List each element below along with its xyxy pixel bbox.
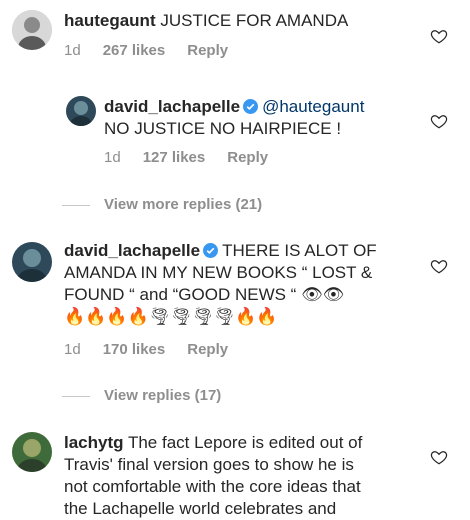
username[interactable]: david_lachapelle xyxy=(104,97,240,116)
timestamp[interactable]: 1d xyxy=(104,149,121,166)
likes-count[interactable]: 170 likes xyxy=(103,341,166,358)
comment-hautegaunt: hautegaunt JUSTICE FOR AMANDA xyxy=(64,10,394,32)
username[interactable]: lachytg xyxy=(64,433,124,452)
view-replies-label: View replies (17) xyxy=(104,387,222,404)
comment-text-line3: not comfortable with the core ideas that xyxy=(64,477,361,496)
heart-icon[interactable] xyxy=(430,27,448,45)
comment-lachytg: lachytg The fact Lepore is edited out of… xyxy=(64,432,424,520)
view-replies-button[interactable]: View replies (17) xyxy=(62,387,221,404)
reply-david-lachapelle: david_lachapelle @hautegaunt NO JUSTICE N… xyxy=(104,96,424,140)
heart-icon[interactable] xyxy=(430,448,448,466)
avatar-hautegaunt[interactable] xyxy=(12,10,52,50)
comment-text-line2: Travis' final version goes to show he is xyxy=(64,455,354,474)
avatar-david-lachapelle[interactable] xyxy=(12,242,52,282)
comment-meta: 1d 127 likes Reply xyxy=(104,149,290,166)
reply-button[interactable]: Reply xyxy=(187,341,228,358)
comment-text-line3: FOUND “ and “GOOD NEWS “ xyxy=(64,285,297,304)
reply-button[interactable]: Reply xyxy=(227,149,268,166)
verified-badge-icon xyxy=(243,99,259,114)
comment-text-line1: The fact Lepore is edited out of xyxy=(127,433,363,452)
timestamp[interactable]: 1d xyxy=(64,42,81,59)
avatar-david-lachapelle[interactable] xyxy=(66,96,96,126)
comment-meta: 1d 170 likes Reply xyxy=(64,341,250,358)
heart-icon[interactable] xyxy=(430,257,448,275)
likes-count[interactable]: 267 likes xyxy=(103,42,166,59)
comment-meta: 1d 267 likes Reply xyxy=(64,42,250,59)
comment-text: NO JUSTICE NO HAIRPIECE ! xyxy=(104,119,342,138)
divider-line xyxy=(62,395,90,397)
reply-button[interactable]: Reply xyxy=(187,42,228,59)
eyes-emoji: 👁👁 xyxy=(301,285,345,305)
mention-link[interactable]: @hautegaunt xyxy=(262,97,364,116)
view-more-replies-label: View more replies (21) xyxy=(104,196,263,213)
emoji-row: 🔥🔥🔥🔥🌪🌪🌪🌪🔥🔥 xyxy=(64,307,278,327)
timestamp[interactable]: 1d xyxy=(64,341,81,358)
divider-line xyxy=(62,204,90,206)
username[interactable]: hautegaunt xyxy=(64,11,156,30)
view-more-replies-button[interactable]: View more replies (21) xyxy=(62,196,262,213)
username[interactable]: david_lachapelle xyxy=(64,241,200,260)
comment-text-line4: the Lachapelle world celebrates and xyxy=(64,499,337,518)
likes-count[interactable]: 127 likes xyxy=(143,149,206,166)
comment-david-lachapelle: david_lachapelle THERE IS ALOT OF AMANDA … xyxy=(64,240,404,328)
comment-text: JUSTICE FOR AMANDA xyxy=(160,11,349,30)
heart-icon[interactable] xyxy=(430,112,448,130)
avatar-lachytg[interactable] xyxy=(12,432,52,472)
comment-text-line2: AMANDA IN MY NEW BOOKS “ LOST & xyxy=(64,263,373,282)
verified-badge-icon xyxy=(203,243,219,258)
comment-text-line1: THERE IS ALOT OF xyxy=(222,241,377,260)
